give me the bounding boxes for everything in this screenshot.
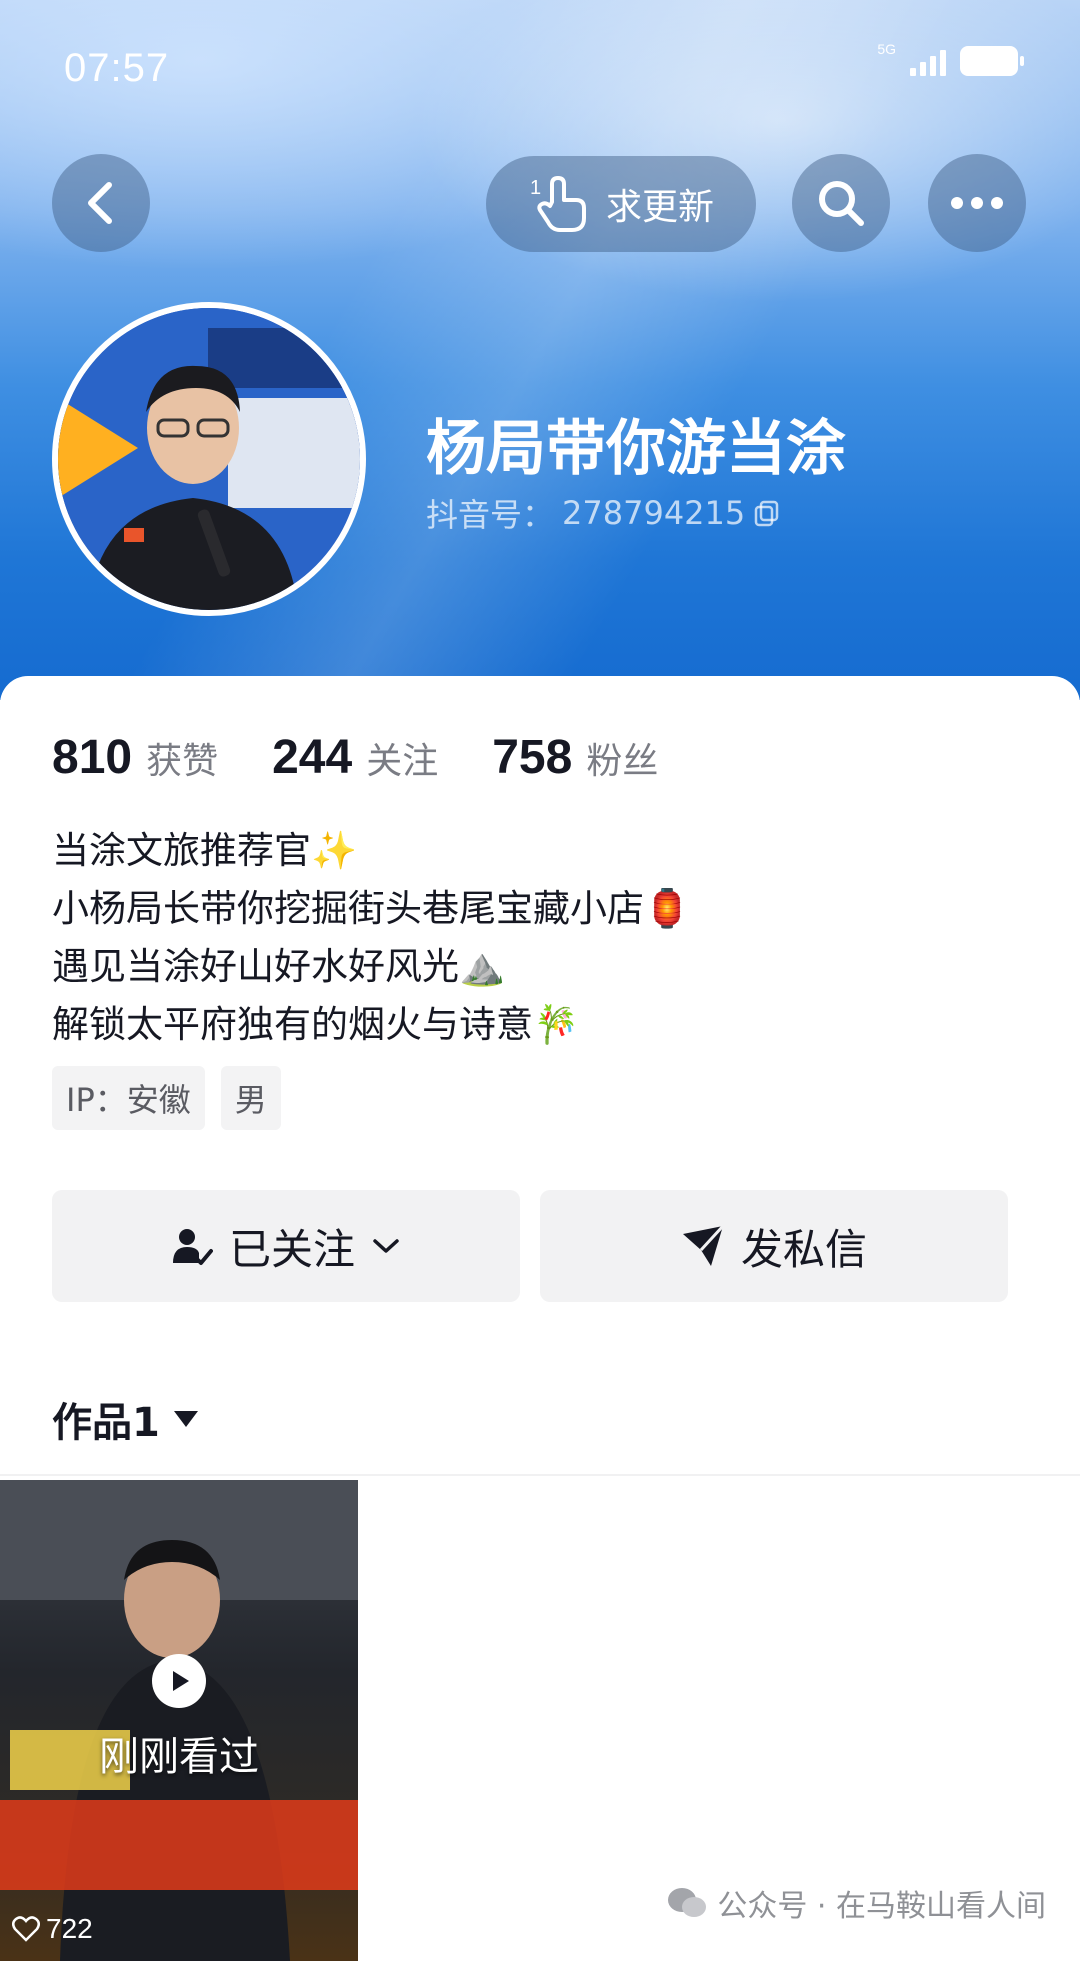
more-dots-icon [951, 197, 1003, 209]
search-icon [819, 181, 864, 226]
stat-label: 粉丝 [586, 741, 659, 782]
message-button[interactable]: 发私信 [540, 1190, 1008, 1302]
request-update-badge: 1 [530, 177, 541, 199]
search-button[interactable] [792, 154, 890, 252]
bio-line: 当涂文旅推荐官✨ [52, 829, 358, 872]
stat-value: 810 [52, 731, 133, 784]
profile-name: 杨局带你游当涂 [426, 414, 846, 484]
play-icon [173, 1671, 189, 1691]
stat-label: 关注 [366, 741, 439, 782]
watermark-text: 公众号 · 在马鞍山看人间 [717, 1889, 1046, 1924]
bio-line: 小杨局长带你挖掘街头巷尾宝藏小店🏮 [52, 887, 691, 930]
chevron-down-icon [373, 1239, 399, 1253]
douyin-id: 抖音号： 278794215 [426, 490, 781, 536]
user-check-icon [172, 1229, 213, 1265]
wechat-icon [668, 1888, 707, 1917]
works-tab-label: 作品1 [52, 1400, 160, 1446]
send-icon [682, 1224, 725, 1266]
back-arrow-icon [88, 182, 112, 224]
copy-icon[interactable] [753, 499, 781, 527]
heart-icon [12, 1916, 40, 1942]
douyin-id-label: 抖音号： [426, 496, 555, 534]
stat-value: 758 [492, 731, 573, 784]
caret-down-icon [173, 1411, 198, 1427]
bio-line: 解锁太平府独有的烟火与诗意🎋 [52, 1003, 580, 1046]
battery-icon [960, 46, 1024, 76]
request-update-label: 求更新 [605, 187, 714, 228]
avatar[interactable] [52, 302, 366, 616]
message-label: 发私信 [740, 1224, 867, 1274]
request-update-button[interactable]: 1 求更新 [486, 156, 756, 252]
ip-location-tag: IP：安徽 [52, 1066, 205, 1130]
more-button[interactable] [928, 154, 1026, 252]
tab-divider [0, 1474, 1080, 1476]
stat-value: 244 [272, 731, 353, 784]
avatar-photo [58, 308, 360, 610]
bio-line: 遇见当涂好山好水好风光⛰️ [52, 945, 506, 988]
douyin-id-value: 278794215 [562, 494, 746, 532]
network-type: 5G [877, 41, 896, 57]
stat-likes[interactable]: 810 获赞 [52, 730, 218, 785]
stat-followers[interactable]: 758 粉丝 [492, 730, 658, 785]
back-button[interactable] [52, 154, 150, 252]
stat-label: 获赞 [146, 741, 219, 782]
video-thumbnail[interactable]: 刚刚看过 722 [0, 1480, 358, 1961]
status-time: 07:57 [64, 46, 170, 90]
gender-tag: 男 [220, 1066, 281, 1130]
following-label: 已关注 [228, 1224, 355, 1274]
profile-stats: 810 获赞 244 关注 758 粉丝 [52, 730, 712, 785]
video-cover-image [0, 1480, 358, 1961]
status-icons: 5G [877, 41, 1024, 76]
hand-pointer-icon: 1 [530, 176, 586, 232]
signal-icon [910, 46, 946, 76]
profile-tags: IP：安徽 男 [52, 1066, 281, 1130]
play-button[interactable] [152, 1654, 206, 1708]
following-button[interactable]: 已关注 [52, 1190, 520, 1302]
recently-viewed-label: 刚刚看过 [99, 1734, 259, 1780]
stat-following[interactable]: 244 关注 [272, 730, 438, 785]
profile-bio: 当涂文旅推荐官✨ 小杨局长带你挖掘街头巷尾宝藏小店🏮 遇见当涂好山好水好风光⛰️… [52, 822, 690, 1054]
view-count: 722 [12, 1913, 93, 1945]
watermark: 公众号 · 在马鞍山看人间 [667, 1881, 1046, 1925]
tab-works[interactable]: 作品1 [52, 1390, 200, 1448]
view-count-value: 722 [46, 1913, 93, 1944]
